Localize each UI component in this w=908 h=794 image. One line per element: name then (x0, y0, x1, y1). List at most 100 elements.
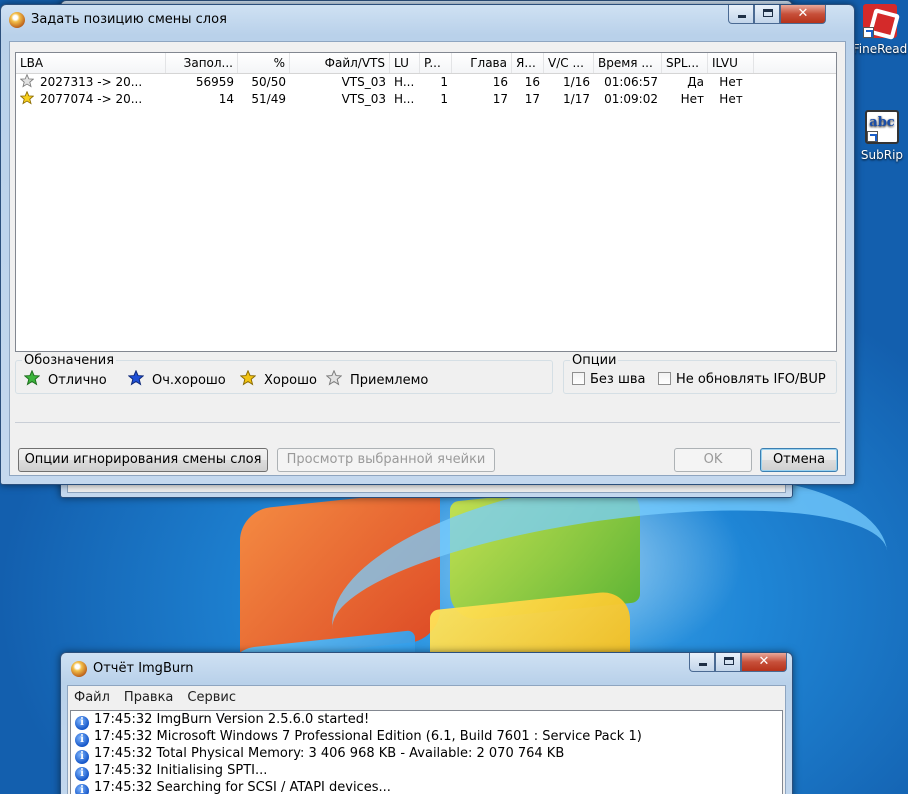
legend-group: Обозначения Отлично Оч.хорошо Хорошо При… (15, 353, 553, 394)
no-seam-checkbox[interactable]: Без шва (572, 372, 646, 387)
cell-file: VTS_03 (341, 92, 386, 106)
cell-spl: Нет (680, 92, 704, 106)
col-time[interactable]: Время ... (594, 53, 662, 73)
col-lba[interactable]: LBA (16, 53, 166, 73)
legend-very-good: Оч.хорошо (128, 370, 226, 388)
report-titlebar[interactable]: Отчёт ImgBurn ✕ (61, 653, 792, 681)
legend-excellent: Отлично (24, 370, 107, 388)
maximize-icon (763, 9, 773, 17)
cell-lu: H... (394, 75, 415, 89)
cell-percent: 50/50 (251, 75, 286, 89)
layer-break-dialog: Задать позицию смены слоя ✕ LBA Запол...… (0, 4, 855, 485)
minimize-icon (738, 15, 746, 18)
shortcut-arrow-icon (867, 131, 878, 142)
report-client-area: Файл Правка Сервис i 17:45:32 ImgBurn Ver… (67, 685, 786, 794)
cancel-button[interactable]: Отмена (760, 448, 838, 472)
cell-ilvu: Нет (719, 92, 743, 106)
cell-lba: 2077074 -> 20... (16, 91, 166, 108)
checkbox-box[interactable] (572, 372, 585, 385)
cell-ilvu: Нет (719, 75, 743, 89)
table-row[interactable]: 2077074 -> 20... 14 51/49 VTS_03 H... 1 … (16, 91, 836, 108)
col-spl[interactable]: SPL... (662, 53, 708, 73)
cell-vc: 1/16 (563, 75, 590, 89)
star-acceptable-icon (326, 370, 342, 386)
table-row[interactable]: 2027313 -> 20... 56959 50/50 VTS_03 H...… (16, 74, 836, 91)
dialog-titlebar[interactable]: Задать позицию смены слоя ✕ (1, 5, 854, 33)
subrip-icon: abc (865, 110, 899, 144)
star-excellent-icon (24, 370, 40, 386)
cell-lba: 2027313 -> 20... (16, 74, 166, 91)
info-icon: i (75, 784, 89, 794)
ok-button[interactable]: OK (674, 448, 752, 472)
dialog-close-button[interactable]: ✕ (780, 5, 826, 24)
col-vc[interactable]: V/C ... (544, 53, 594, 73)
ignore-options-button[interactable]: Опции игнорирования смены слоя (18, 448, 268, 472)
imgburn-app-icon (71, 661, 87, 677)
legend-acceptable: Приемлемо (326, 370, 428, 388)
maximize-icon (724, 657, 734, 665)
col-percent[interactable]: % (238, 53, 290, 73)
minimize-icon (699, 663, 707, 666)
report-menubar: Файл Правка Сервис (68, 686, 785, 708)
options-group: Опции Без шва Не обновлять IFO/BUP (563, 353, 837, 394)
cell-time: 01:06:57 (604, 75, 658, 89)
cell-cell: 17 (524, 92, 540, 106)
dialog-title: Задать позицию смены слоя (31, 12, 227, 27)
col-cell[interactable]: Я... (512, 53, 544, 73)
menu-file[interactable]: Файл (74, 690, 110, 705)
col-ilvu[interactable]: ILVU (708, 53, 754, 73)
star-good-icon (20, 91, 34, 105)
desktop-icon-subrip[interactable]: abc SubRip (852, 110, 908, 162)
dialog-client-area: LBA Запол... % Файл/VTS LU P... Глава Я.… (9, 41, 846, 476)
legend-title: Обозначения (22, 353, 117, 368)
col-file-vts[interactable]: Файл/VTS (290, 53, 390, 73)
log-line: i 17:45:32 Initialising SPTI... (71, 762, 782, 781)
log-line: i 17:45:32 Microsoft Windows 7 Profession… (71, 728, 782, 747)
report-minimize-button[interactable] (689, 653, 715, 672)
menu-edit[interactable]: Правка (124, 690, 173, 705)
menu-tools[interactable]: Сервис (187, 690, 236, 705)
dialog-maximize-button[interactable] (754, 5, 780, 24)
close-icon: ✕ (758, 654, 770, 669)
cell-cell: 16 (524, 75, 540, 89)
checkbox-box[interactable] (658, 372, 671, 385)
log-list[interactable]: i 17:45:32 ImgBurn Version 2.5.6.0 starte… (70, 710, 783, 794)
dialog-minimize-button[interactable] (728, 5, 754, 24)
subrip-logo-text: abc (869, 115, 895, 130)
cell-time: 01:09:02 (604, 92, 658, 106)
log-line: i 17:45:32 ImgBurn Version 2.5.6.0 starte… (71, 711, 782, 730)
finereader-icon (863, 4, 897, 38)
shortcut-arrow-icon (863, 27, 874, 38)
report-close-button[interactable]: ✕ (741, 653, 787, 672)
cell-chapter: 17 (492, 92, 508, 106)
col-fill[interactable]: Запол... (166, 53, 238, 73)
cell-percent: 51/49 (251, 92, 286, 106)
layer-break-list[interactable]: LBA Запол... % Файл/VTS LU P... Глава Я.… (15, 52, 837, 352)
col-chapter[interactable]: Глава (452, 53, 512, 73)
cell-lu: H... (394, 92, 415, 106)
view-cell-button[interactable]: Просмотр выбранной ячейки (277, 448, 495, 472)
list-header: LBA Запол... % Файл/VTS LU P... Глава Я.… (16, 53, 836, 74)
log-line: i 17:45:32 Searching for SCSI / ATAPI dev… (71, 779, 782, 794)
cell-chapter: 16 (492, 75, 508, 89)
col-lu[interactable]: LU (390, 53, 420, 73)
log-line: i 17:45:32 Total Physical Memory: 3 406 9… (71, 745, 782, 764)
options-title: Опции (570, 353, 619, 368)
no-update-ifo-checkbox[interactable]: Не обновлять IFO/BUP (658, 372, 826, 387)
cell-fill: 56959 (195, 75, 234, 89)
close-icon: ✕ (797, 6, 809, 21)
cell-p: 1 (440, 92, 448, 106)
cell-spl: Да (687, 75, 704, 89)
imgburn-app-icon (9, 12, 25, 28)
desktop-icon-label: FineRead (852, 42, 908, 56)
star-acceptable-icon (20, 74, 34, 88)
report-window: Отчёт ImgBurn ✕ Файл Правка Сервис i 17:4… (60, 652, 793, 794)
cell-file: VTS_03 (341, 75, 386, 89)
desktop-icon-label: SubRip (860, 148, 904, 162)
col-p[interactable]: P... (420, 53, 452, 73)
divider (15, 422, 840, 423)
report-maximize-button[interactable] (715, 653, 741, 672)
cell-fill: 14 (218, 92, 234, 106)
star-good-icon (240, 370, 256, 386)
desktop-icon-finereader[interactable]: FineRead (850, 4, 908, 56)
